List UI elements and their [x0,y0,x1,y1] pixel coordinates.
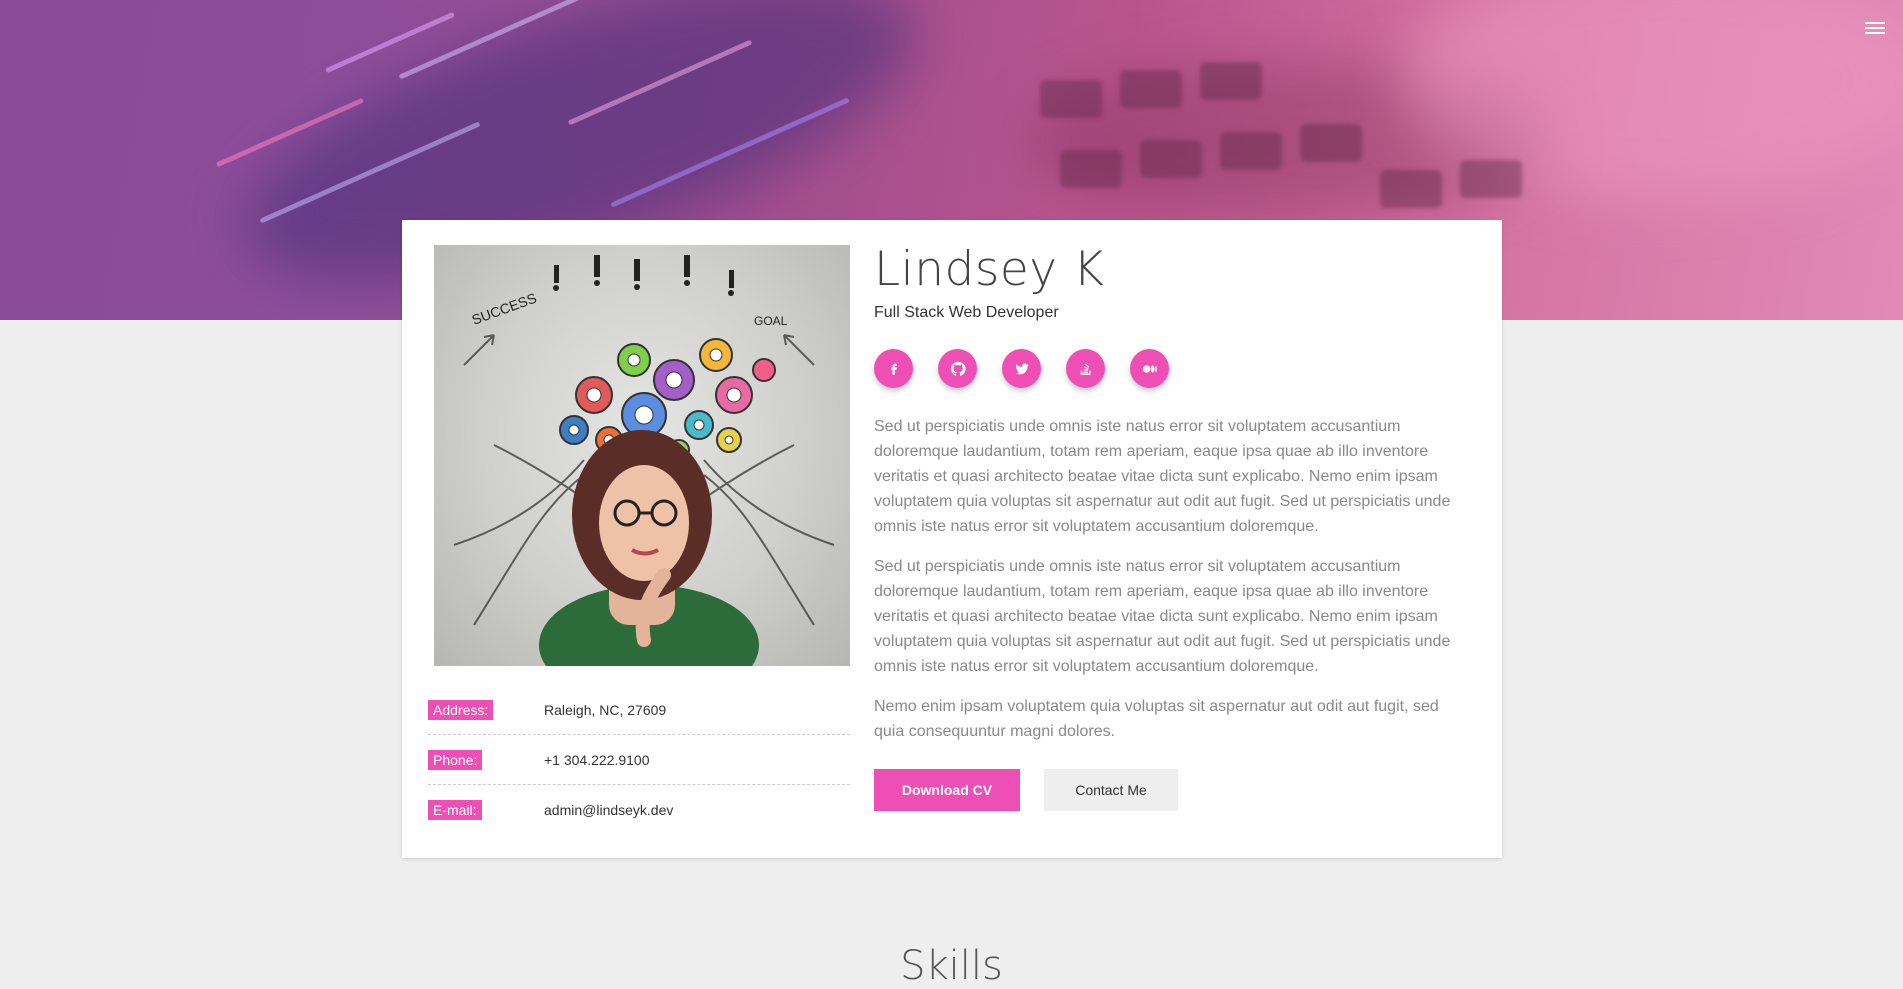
profile-photo: SUCCESS GOAL [434,245,850,666]
medium-link[interactable] [1130,349,1169,388]
phone-value: +1 304.222.9100 [544,751,650,768]
profile-title: Full Stack Web Developer [874,304,1059,321]
bio-paragraph-1: Sed ut perspiciatis unde omnis iste natu… [874,418,1451,535]
info-row-email: E-mail: admin@lindseyk.dev [428,785,850,834]
download-cv-button[interactable]: Download CV [874,769,1020,811]
hamburger-menu-icon[interactable] [1865,18,1885,38]
stackoverflow-link[interactable] [1066,349,1105,388]
svg-text:GOAL: GOAL [754,314,788,328]
stackoverflow-icon [1080,363,1090,375]
github-icon [950,361,966,376]
svg-text:SUCCESS: SUCCESS [470,290,539,328]
contact-info: Address: Raleigh, NC, 27609 Phone: +1 30… [428,685,850,834]
hero-keyboard-key [1040,80,1102,118]
twitter-link[interactable] [1002,349,1041,388]
facebook-link[interactable] [874,349,913,388]
hero-keyboard-key [1300,124,1362,162]
hero-keyboard-key [1140,140,1202,178]
bio-paragraph-2: Sed ut perspiciatis unde omnis iste natu… [874,558,1451,675]
facebook-icon [890,363,897,375]
hero-keyboard-key [1220,132,1282,170]
hero-keyboard-key [1060,150,1122,188]
info-row-address: Address: Raleigh, NC, 27609 [428,685,850,735]
skills-section-title: Skills [900,943,1003,989]
address-value: Raleigh, NC, 27609 [544,701,667,718]
bio-paragraph-3: Nemo enim ipsam voluptatem quia voluptas… [874,698,1439,740]
hero-keyboard-key [1380,170,1442,208]
hero-keyboard-key [1460,160,1522,198]
email-value: admin@lindseyk.dev [544,801,674,818]
email-label: E-mail: [428,799,482,820]
twitter-icon [1015,363,1029,374]
hero-keyboard-key [1120,70,1182,108]
hero-keyboard-key [1200,62,1262,100]
profile-card: SUCCESS GOAL Address: Raleigh, NC, 27609… [402,220,1502,858]
info-row-phone: Phone: +1 304.222.9100 [428,735,850,785]
address-label: Address: [428,699,494,720]
github-link[interactable] [938,349,977,388]
social-links [874,349,1169,388]
medium-icon [1142,364,1157,373]
phone-label: Phone: [428,749,483,770]
hero-code-line [325,11,455,74]
contact-me-button[interactable]: Contact Me [1044,769,1178,811]
profile-name: Lindsey K [874,242,1105,297]
